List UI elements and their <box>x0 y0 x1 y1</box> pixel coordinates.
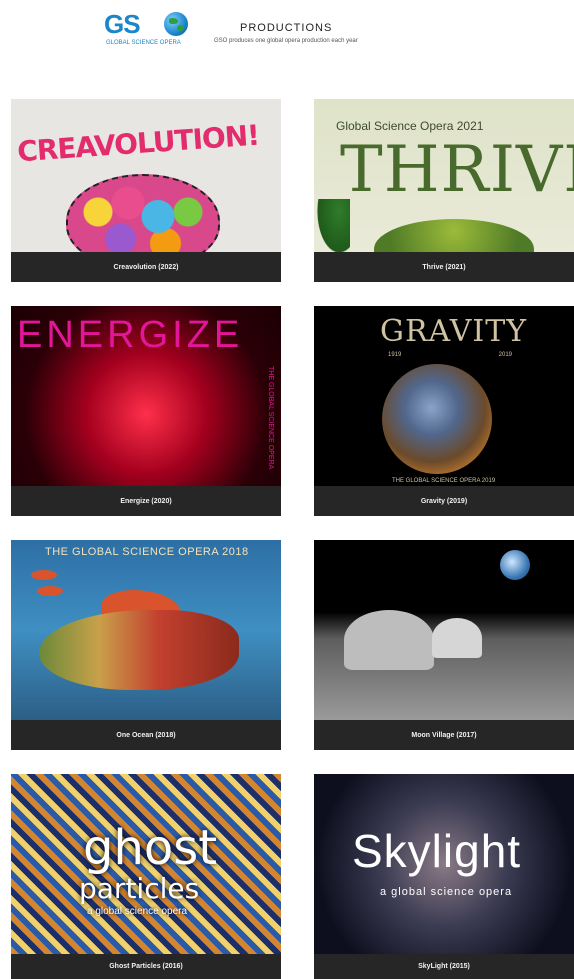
poster-headline: ENERGIZE <box>17 314 244 356</box>
production-card-ghost-particles[interactable]: ghost particles a global science opera G… <box>11 774 281 979</box>
production-caption[interactable]: Energize (2020) <box>11 486 281 516</box>
dome-artwork <box>432 618 482 658</box>
page-header: GS GLOBAL SCIENCE OPERA PRODUCTIONS GSO … <box>0 0 574 70</box>
poster-bottomline: THE GLOBAL SCIENCE OPERA 2019 <box>392 478 496 484</box>
production-card-skylight[interactable]: Skylight a global science opera SkyLight… <box>314 774 574 979</box>
fisheye-artwork <box>382 364 492 474</box>
poster-headline: GRAVITY <box>380 314 528 349</box>
year-left: 1919 <box>388 352 402 358</box>
page-subtitle: GSO produces one global opera production… <box>214 38 358 44</box>
production-caption[interactable]: Creavolution (2022) <box>11 252 281 282</box>
production-card-gravity[interactable]: GRAVITY 1919 2019 THE GLOBAL SCIENCE OPE… <box>314 306 574 516</box>
production-card-moon-village[interactable]: Moon Village (2017) <box>314 540 574 750</box>
globe-icon <box>164 12 188 36</box>
poster-headline: THRIVE <box>340 133 574 207</box>
poster-sideline: THE GLOBAL SCIENCE OPERA <box>267 366 274 470</box>
logo-letters: GS <box>104 9 141 39</box>
production-image[interactable]: THE GLOBAL SCIENCE OPERA 2018 <box>11 540 281 720</box>
poster-topline: Global Science Opera 2021 <box>336 119 484 133</box>
production-image[interactable] <box>314 540 574 720</box>
fish-artwork <box>37 586 63 596</box>
fish-artwork <box>31 570 57 580</box>
production-card-thrive[interactable]: Global Science Opera 2021 THRIVE Thrive … <box>314 99 574 282</box>
production-caption[interactable]: SkyLight (2015) <box>314 954 574 979</box>
production-card-creavolution[interactable]: CREAVOLUTION! Creavolution (2022) <box>11 99 281 282</box>
production-caption[interactable]: Thrive (2021) <box>314 252 574 282</box>
poster-years: 1919 2019 <box>388 352 512 358</box>
production-caption[interactable]: One Ocean (2018) <box>11 720 281 750</box>
poster-headline: CREAVOLUTION! <box>16 118 260 169</box>
year-right: 2019 <box>498 352 512 358</box>
dome-artwork <box>344 610 434 670</box>
production-card-energize[interactable]: ENERGIZE THE GLOBAL SCIENCE OPERA Energi… <box>11 306 281 516</box>
production-image[interactable]: CREAVOLUTION! <box>11 99 281 252</box>
logo-subtitle: GLOBAL SCIENCE OPERA <box>106 40 181 46</box>
production-image[interactable]: Global Science Opera 2021 THRIVE <box>314 99 574 252</box>
poster-topline: THE GLOBAL SCIENCE OPERA 2018 <box>45 546 249 558</box>
production-caption[interactable]: Gravity (2019) <box>314 486 574 516</box>
production-caption[interactable]: Moon Village (2017) <box>314 720 574 750</box>
production-image[interactable]: ghost particles a global science opera <box>11 774 281 954</box>
production-image[interactable]: Skylight a global science opera <box>314 774 574 954</box>
poster-line1: ghost <box>83 820 218 876</box>
poster-line2: particles <box>79 872 200 905</box>
poster-line2: a global science opera <box>380 886 513 898</box>
production-caption[interactable]: Ghost Particles (2016) <box>11 954 281 979</box>
earth-artwork <box>500 550 530 580</box>
palm-artwork <box>314 199 350 252</box>
poster-line1: Skylight <box>352 825 522 877</box>
production-image[interactable]: GRAVITY 1919 2019 THE GLOBAL SCIENCE OPE… <box>314 306 574 486</box>
production-image[interactable]: ENERGIZE THE GLOBAL SCIENCE OPERA <box>11 306 281 486</box>
gso-logo[interactable]: GS GLOBAL SCIENCE OPERA <box>104 10 194 50</box>
brain-artwork <box>66 174 220 252</box>
page-title: PRODUCTIONS <box>240 22 333 34</box>
fish-artwork <box>39 610 239 690</box>
poster-line3: a global science opera <box>87 906 188 917</box>
production-card-one-ocean[interactable]: THE GLOBAL SCIENCE OPERA 2018 One Ocean … <box>11 540 281 750</box>
hill-artwork <box>374 219 534 252</box>
